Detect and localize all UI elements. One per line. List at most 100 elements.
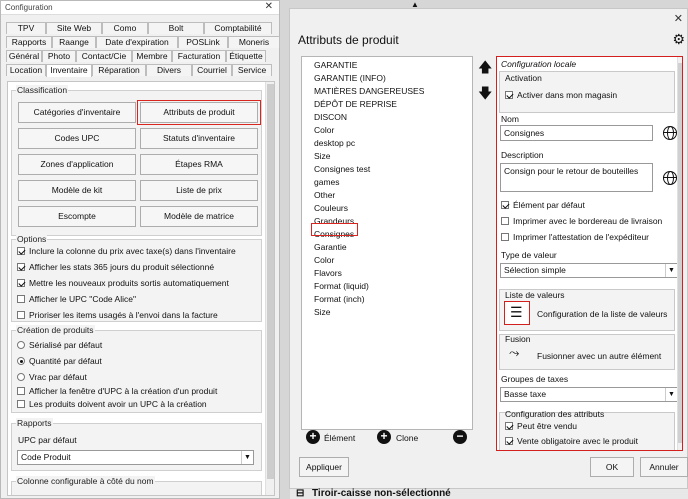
tab-poslink[interactable]: POSLink	[178, 36, 228, 48]
attribute-option-checkbox[interactable]	[501, 201, 509, 209]
list-item[interactable]: DISCON	[314, 112, 347, 122]
tab-tpv[interactable]: TPV	[6, 22, 46, 34]
option-checkbox[interactable]	[17, 311, 25, 319]
tab-inventaire[interactable]: Inventaire	[46, 64, 92, 77]
tab-facturation[interactable]: Facturation	[172, 50, 226, 62]
upc-default-label: UPC par défaut	[18, 435, 77, 445]
tab-date-d-expiration[interactable]: Date d'expiration	[96, 36, 178, 48]
tab-photo[interactable]: Photo	[42, 50, 76, 62]
globe-icon[interactable]	[663, 171, 677, 185]
tab-membre[interactable]: Membre	[132, 50, 172, 62]
modele-de-kit-button[interactable]: Modèle de kit	[18, 180, 136, 201]
gear-icon[interactable]: ⚙	[672, 31, 685, 48]
tax-group-value: Basse taxe	[504, 389, 547, 399]
add-element-label[interactable]: Élément	[324, 433, 355, 443]
add-icon[interactable]: +	[306, 430, 320, 444]
description-input[interactable]: Consign pour le retour de bouteilles	[500, 163, 653, 192]
liste-de-prix-button[interactable]: Liste de prix	[140, 180, 258, 201]
tab-location[interactable]: Location	[6, 64, 46, 76]
list-item[interactable]: Size	[314, 307, 331, 317]
list-item[interactable]: Color	[314, 255, 334, 265]
tab-service[interactable]: Service	[232, 64, 272, 76]
attribute-option-checkbox[interactable]	[501, 217, 509, 225]
tab-como[interactable]: Como	[102, 22, 148, 34]
tab-contact-cie[interactable]: Contact/Cie	[76, 50, 132, 62]
list-item[interactable]: Garantie	[314, 242, 347, 252]
value-list-config-label[interactable]: Configuration de la liste de valeurs	[537, 309, 667, 319]
activation-checkbox[interactable]	[505, 91, 513, 99]
tab-comptabilite[interactable]: Comptabilité	[204, 22, 272, 34]
list-item[interactable]: Consignes test	[314, 164, 370, 174]
creation-radio-label: Vrac par défaut	[29, 372, 87, 382]
list-item[interactable]: Format (liquid)	[314, 281, 369, 291]
tab-site-web[interactable]: Site Web	[46, 22, 102, 34]
value-type-select[interactable]: Sélection simple ▼	[500, 263, 678, 278]
creation-radio[interactable]	[17, 357, 25, 365]
clone-icon[interactable]: +	[377, 430, 391, 444]
reports-title: Rapports	[16, 418, 53, 428]
name-input[interactable]: Consignes	[500, 125, 653, 141]
close-icon[interactable]: ✕	[265, 1, 273, 12]
list-item[interactable]: Couleurs	[314, 203, 348, 213]
modele-de-matrice-button[interactable]: Modèle de matrice	[140, 206, 258, 227]
escompte-button[interactable]: Escompte	[18, 206, 136, 227]
option-checkbox[interactable]	[17, 247, 25, 255]
attr-config-label: Peut être vendu	[517, 421, 578, 431]
list-item[interactable]: Color	[314, 125, 334, 135]
creation-checkbox[interactable]	[17, 387, 25, 395]
option-checkbox[interactable]	[17, 295, 25, 303]
tax-group-select[interactable]: Basse taxe ▼	[500, 387, 678, 402]
list-icon: ☰	[510, 304, 523, 320]
list-item[interactable]: Other	[314, 190, 335, 200]
apply-button[interactable]: Appliquer	[299, 457, 349, 477]
list-item[interactable]: MATIÈRES DANGEREUSES	[314, 86, 424, 96]
attr-config-checkbox[interactable]	[505, 422, 513, 430]
tab-moneris[interactable]: Moneris	[228, 36, 280, 48]
tab-courriel[interactable]: Courriel	[192, 64, 232, 76]
arrow-up-icon[interactable]: 🡅	[478, 57, 492, 81]
list-item[interactable]: GARANTIE	[314, 60, 357, 70]
tab-reparation[interactable]: Réparation	[92, 64, 146, 76]
tab-bolt[interactable]: Bolt	[148, 22, 204, 34]
list-item[interactable]: Flavors	[314, 268, 342, 278]
list-item[interactable]: Size	[314, 151, 331, 161]
list-item[interactable]: desktop pc	[314, 138, 355, 148]
clone-label[interactable]: Clone	[396, 433, 418, 443]
codes-upc-button[interactable]: Codes UPC	[18, 128, 136, 149]
tab-divers[interactable]: Divers	[146, 64, 192, 76]
panel-scrollbar[interactable]	[677, 57, 682, 450]
list-item[interactable]: Format (inch)	[314, 294, 365, 304]
attr-config-checkbox[interactable]	[505, 437, 513, 445]
ok-button[interactable]: OK	[590, 457, 634, 477]
zones-d-application-button[interactable]: Zones d'application	[18, 154, 136, 175]
close-icon[interactable]: ✕	[674, 12, 683, 25]
option-checkbox[interactable]	[17, 263, 25, 271]
list-item[interactable]: GARANTIE (INFO)	[314, 73, 386, 83]
tab-etiquette[interactable]: Étiquette	[226, 50, 266, 62]
etapes-rma-button[interactable]: Étapes RMA	[140, 154, 258, 175]
globe-icon[interactable]	[663, 126, 677, 140]
upc-default-select[interactable]: Code Produit ▼	[17, 450, 254, 465]
creation-radio[interactable]	[17, 373, 25, 381]
creation-checkbox[interactable]	[17, 400, 25, 408]
arrow-down-icon[interactable]: 🡇	[478, 83, 492, 107]
vertical-scrollbar[interactable]	[265, 82, 274, 495]
remove-icon[interactable]: −	[453, 430, 467, 444]
list-config-button[interactable]: ☰	[504, 301, 530, 325]
tab-raange[interactable]: Raange	[52, 36, 96, 48]
attributes-list[interactable]: GARANTIE GARANTIE (INFO) MATIÈRES DANGEREU…	[301, 56, 473, 430]
merge-label[interactable]: Fusionner avec un autre élément	[537, 351, 661, 361]
cancel-button[interactable]: Annuler	[640, 457, 688, 477]
list-item[interactable]: DÉPÔT DE REPRISE	[314, 99, 397, 109]
option-checkbox[interactable]	[17, 279, 25, 287]
categories-d-inventaire-button[interactable]: Catégories d'inventaire	[18, 102, 136, 123]
merge-icon[interactable]: ⤳	[509, 345, 519, 361]
tab-general[interactable]: Général	[6, 50, 42, 62]
scrollbar-thumb[interactable]	[678, 63, 682, 443]
scrollbar-thumb[interactable]	[267, 84, 274, 479]
statuts-d-inventaire-button[interactable]: Statuts d'inventaire	[140, 128, 258, 149]
tab-rapports[interactable]: Rapports	[6, 36, 52, 48]
creation-radio[interactable]	[17, 341, 25, 349]
list-item[interactable]: games	[314, 177, 340, 187]
attribute-option-checkbox[interactable]	[501, 233, 509, 241]
